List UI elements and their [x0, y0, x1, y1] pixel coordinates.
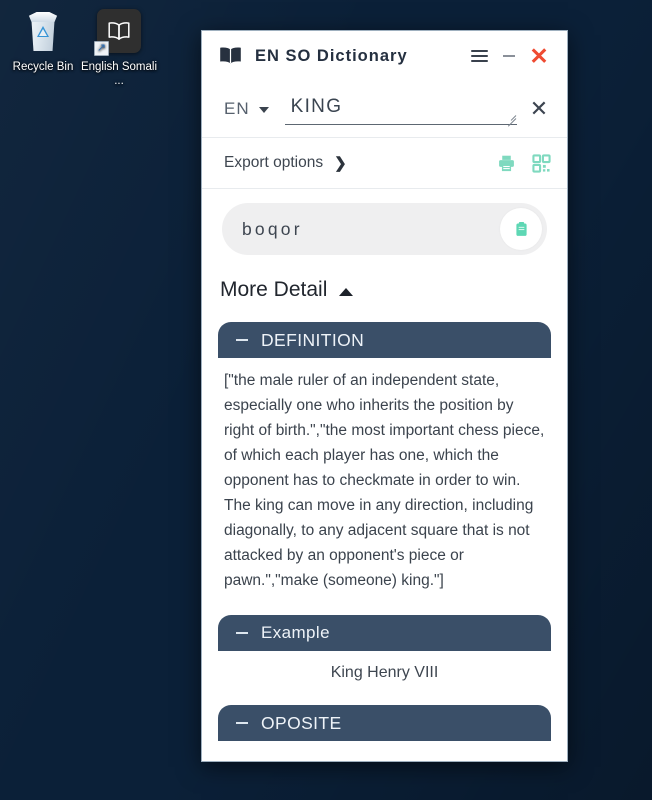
desktop-icon-english-somali-dictionary[interactable]: ↗ English Somali ...	[80, 6, 158, 88]
book-app-icon: ↗	[80, 6, 158, 56]
chevron-up-icon	[339, 288, 354, 296]
section-title: OPOSITE	[261, 712, 342, 733]
section-header-example[interactable]: Example	[218, 615, 551, 651]
book-icon	[218, 46, 243, 66]
hamburger-menu-icon	[470, 50, 488, 62]
minus-icon	[236, 339, 248, 341]
shortcut-arrow-icon: ↗	[94, 41, 109, 56]
section-header-oposite[interactable]: OPOSITE	[218, 705, 551, 741]
printer-icon	[499, 155, 514, 171]
minus-icon	[236, 632, 248, 634]
translation-result-zone: boqor	[202, 189, 567, 255]
section-body-example: King Henry VIII	[330, 664, 439, 681]
hamburger-menu-button[interactable]	[464, 41, 494, 71]
desktop-icon-label: English Somali ...	[80, 61, 158, 87]
window-title: EN SO Dictionary	[255, 46, 408, 65]
copy-to-clipboard-button[interactable]	[500, 208, 542, 250]
section-header-definition[interactable]: DEFINITION	[218, 322, 551, 358]
section-body-oposite	[218, 741, 551, 761]
export-options-bar: Export options ❯	[202, 137, 567, 189]
export-options-label[interactable]: Export options	[224, 154, 323, 172]
minimize-button[interactable]	[494, 41, 524, 71]
recycle-bin-icon	[4, 6, 82, 56]
close-button[interactable]: ✕	[524, 41, 554, 71]
section-definition: DEFINITION ["the male ruler of an indepe…	[218, 322, 551, 607]
translation-result: boqor	[222, 203, 547, 255]
print-button[interactable]	[497, 154, 516, 173]
qr-code-button[interactable]	[532, 153, 551, 173]
clear-search-button[interactable]: ✕	[523, 93, 555, 125]
section-oposite: OPOSITE	[218, 705, 551, 761]
desktop-icon-recycle-bin[interactable]: Recycle Bin	[4, 6, 82, 74]
section-example: Example King Henry VIII	[218, 615, 551, 697]
dictionary-window: EN SO Dictionary ✕ EN ✕ Export options ❯	[201, 30, 568, 762]
search-input-wrapper	[284, 93, 517, 127]
language-code: EN	[224, 99, 250, 118]
more-detail-toggle[interactable]: More Detail	[202, 255, 567, 312]
section-title: DEFINITION	[261, 329, 365, 350]
detail-sections: DEFINITION ["the male ruler of an indepe…	[202, 312, 567, 761]
minus-icon	[236, 722, 248, 724]
translation-text: boqor	[242, 218, 303, 239]
more-detail-label: More Detail	[220, 278, 328, 301]
language-selector[interactable]: EN	[224, 99, 273, 119]
desktop-icon-label: Recycle Bin	[12, 61, 74, 73]
clipboard-copy-icon	[515, 221, 527, 236]
search-bar: EN ✕	[202, 81, 567, 137]
window-titlebar: EN SO Dictionary ✕	[202, 31, 567, 81]
minimize-icon	[503, 55, 515, 57]
qr-code-icon	[532, 153, 551, 173]
chevron-down-icon	[258, 107, 269, 113]
chevron-right-icon[interactable]: ❯	[334, 154, 347, 172]
section-body-definition: ["the male ruler of an independent state…	[224, 372, 545, 589]
section-title: Example	[261, 623, 330, 642]
close-icon: ✕	[529, 42, 549, 69]
search-input[interactable]	[284, 93, 517, 125]
